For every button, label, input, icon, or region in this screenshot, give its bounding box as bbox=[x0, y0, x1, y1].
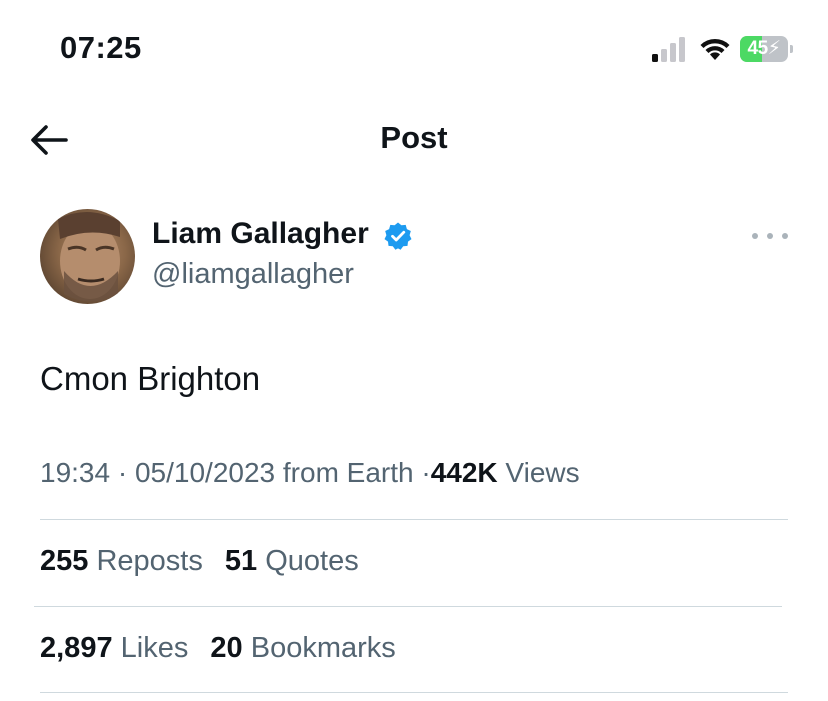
reposts-stat[interactable]: 255 Reposts bbox=[40, 545, 203, 578]
more-options-button[interactable] bbox=[752, 226, 788, 246]
more-dot-icon bbox=[767, 233, 773, 239]
bookmarks-count: 20 bbox=[210, 632, 243, 664]
divider bbox=[40, 692, 788, 693]
avatar[interactable] bbox=[40, 209, 135, 304]
status-time: 07:25 bbox=[60, 30, 142, 65]
verified-badge-icon bbox=[384, 222, 412, 250]
author-handle[interactable]: @liamgallagher bbox=[152, 258, 354, 291]
meta-separator: · bbox=[117, 457, 128, 488]
avatar-image bbox=[58, 211, 120, 302]
likes-count: 2,897 bbox=[40, 632, 113, 664]
likes-label: Likes bbox=[120, 632, 189, 664]
quotes-label: Quotes bbox=[265, 545, 359, 577]
quotes-count: 51 bbox=[224, 545, 258, 577]
bookmarks-label: Bookmarks bbox=[250, 632, 396, 664]
battery-icon: 45⚡ bbox=[740, 36, 788, 62]
page-title: Post bbox=[380, 120, 448, 155]
battery-percentage: 45⚡ bbox=[747, 38, 781, 59]
wifi-icon bbox=[700, 38, 730, 60]
post-screen: 07:25 45⚡ Post Liam Gallagher @liamgalla… bbox=[0, 0, 828, 701]
likes-stat[interactable]: 2,897 Likes bbox=[40, 632, 188, 665]
reposts-label: Reposts bbox=[96, 545, 203, 577]
views-count: 442K bbox=[430, 457, 498, 488]
divider bbox=[40, 519, 788, 520]
stats-row-likes: 2,897 Likes 20 Bookmarks bbox=[40, 632, 410, 665]
divider bbox=[34, 606, 782, 607]
tweet-time[interactable]: 19:34 bbox=[40, 457, 110, 488]
tweet-source: from Earth bbox=[282, 457, 414, 488]
more-dot-icon bbox=[782, 233, 788, 239]
meta-separator: · bbox=[421, 457, 431, 488]
reposts-count: 255 bbox=[40, 545, 89, 577]
battery-cap bbox=[790, 45, 793, 53]
quotes-stat[interactable]: 51 Quotes bbox=[225, 545, 359, 578]
tweet-text: Cmon Brighton bbox=[40, 360, 261, 397]
author-name[interactable]: Liam Gallagher bbox=[152, 217, 369, 251]
views-label: Views bbox=[505, 457, 580, 488]
cellular-signal-icon bbox=[652, 37, 685, 62]
tweet-meta: 19:34 · 05/10/2023 from Earth ·442K View… bbox=[40, 457, 580, 489]
bookmarks-stat[interactable]: 20 Bookmarks bbox=[210, 632, 395, 665]
stats-row-reposts: 255 Reposts 51 Quotes bbox=[40, 545, 373, 578]
more-dot-icon bbox=[752, 233, 758, 239]
tweet-date[interactable]: 05/10/2023 bbox=[135, 457, 275, 488]
